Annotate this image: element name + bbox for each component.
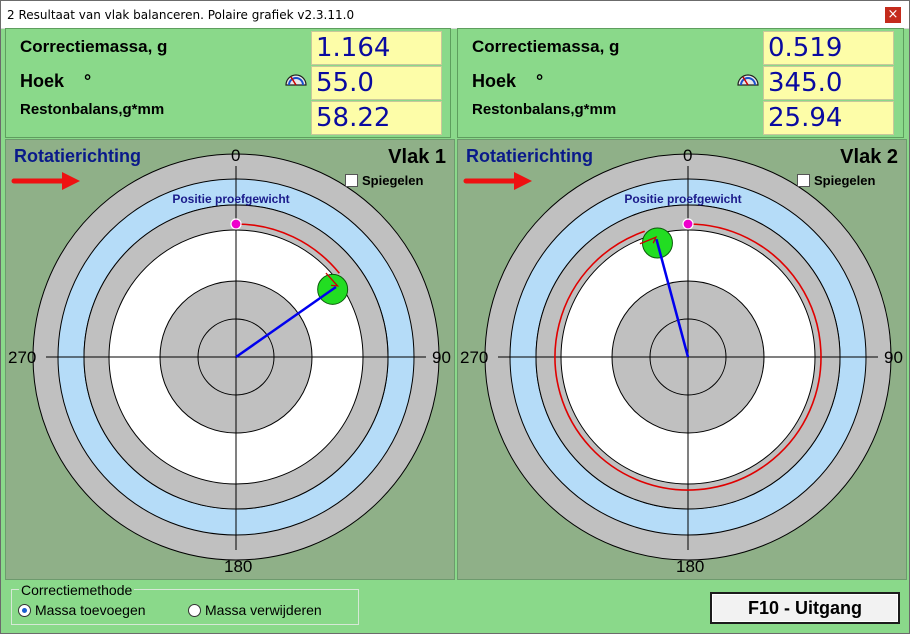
hoek-value[interactable]: 55.0 <box>311 66 442 100</box>
axis-label-left: 270 <box>8 348 37 367</box>
trial-weight-marker <box>682 218 694 230</box>
degree-symbol: ° <box>84 71 92 91</box>
restonbalans-value[interactable]: 25.94 <box>763 101 894 135</box>
checkbox-box[interactable] <box>345 174 358 187</box>
axis-label-bottom: 180 <box>676 557 705 576</box>
correctiemassa-value[interactable]: 0.519 <box>763 31 894 65</box>
protractor-icon[interactable] <box>285 72 307 86</box>
protractor-icon[interactable] <box>737 72 759 86</box>
hoek-label: Hoek ° <box>20 71 92 91</box>
close-button[interactable]: × <box>885 7 901 23</box>
plane-2-info-panel: Correctiemassa, g Hoek ° Restonbalans,g*m… <box>457 28 904 138</box>
restonbalans-value[interactable]: 58.22 <box>311 101 442 135</box>
window: 2 Resultaat van vlak balanceren. Polaire… <box>0 0 910 634</box>
axis-label-right: 90 <box>884 348 903 367</box>
restonbalans-label: Restonbalans,g*mm <box>472 101 617 118</box>
plane-2-polar-plot: Rotatierichting Vlak 2 Spiegelen Positie… <box>457 139 907 580</box>
title-bar: 2 Resultaat van vlak balanceren. Polaire… <box>1 1 909 29</box>
radio-dot[interactable] <box>188 603 201 617</box>
spiegelen-checkbox[interactable]: Spiegelen <box>797 173 875 188</box>
window-title: 2 Resultaat van vlak balanceren. Polaire… <box>7 8 355 22</box>
correctiemassa-label: Correctiemassa, g <box>472 37 620 56</box>
hoek-value[interactable]: 345.0 <box>763 66 894 100</box>
correctiemethode-legend: Correctiemethode <box>19 582 135 598</box>
degree-symbol: ° <box>536 71 544 91</box>
polar-chart-svg <box>463 153 892 561</box>
rotatierichting-label: Rotatierichting <box>14 146 142 166</box>
axis-label-left: 270 <box>460 348 489 367</box>
correctiemassa-value[interactable]: 1.164 <box>311 31 442 65</box>
radio-massa-verwijderen[interactable]: Massa verwijderen <box>188 602 322 618</box>
spiegelen-checkbox[interactable]: Spiegelen <box>345 173 423 188</box>
correctiemassa-label: Correctiemassa, g <box>20 37 168 56</box>
vlak-label: Vlak 1 <box>388 146 446 168</box>
positie-proefgewicht-label: Positie proefgewicht <box>172 192 290 206</box>
vlak-label: Vlak 2 <box>840 146 898 168</box>
restonbalans-label: Restonbalans,g*mm <box>20 101 165 118</box>
polar-chart-svg <box>11 153 440 561</box>
plane-1-polar-plot: Rotatierichting Vlak 1 Spiegelen Positie… <box>5 139 455 580</box>
axis-label-bottom: 180 <box>224 557 253 576</box>
radio-dot[interactable] <box>18 603 31 617</box>
axis-label-right: 90 <box>432 348 451 367</box>
checkbox-box[interactable] <box>797 174 810 187</box>
exit-button[interactable]: F10 - Uitgang <box>710 592 900 624</box>
rotation-arrow-head <box>514 172 532 190</box>
positie-proefgewicht-label: Positie proefgewicht <box>624 192 742 206</box>
radio-massa-toevoegen[interactable]: Massa toevoegen <box>18 602 146 618</box>
rotatierichting-label: Rotatierichting <box>466 146 594 166</box>
trial-weight-marker <box>230 218 242 230</box>
axis-label-top: 0 <box>683 146 693 165</box>
plane-1-info-panel: Correctiemassa, g Hoek ° Restonbalans,g*m… <box>5 28 451 138</box>
rotation-arrow-head <box>62 172 80 190</box>
axis-label-top: 0 <box>231 146 241 165</box>
hoek-label: Hoek ° <box>472 71 544 91</box>
